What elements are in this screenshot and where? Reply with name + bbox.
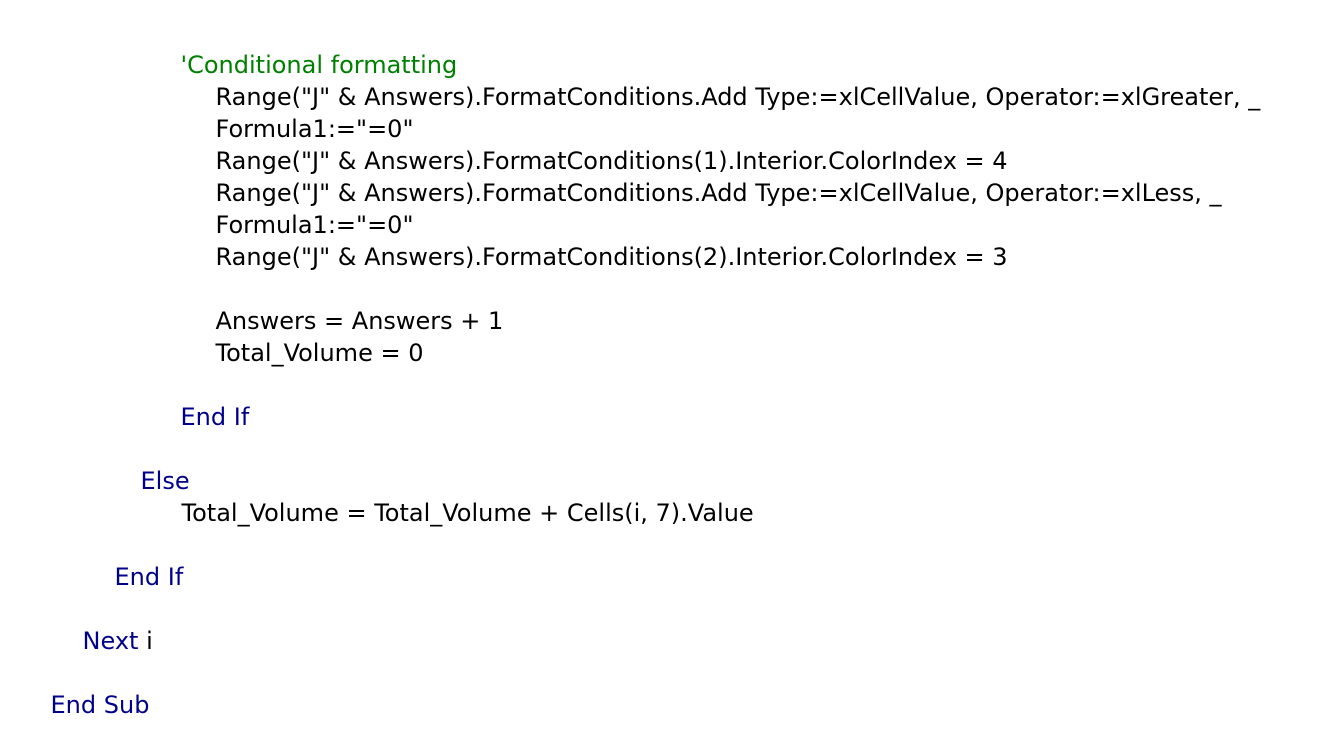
- code-line-end-if-inner: End If: [150, 369, 250, 431]
- keyword-token: Next: [82, 627, 139, 655]
- code-editor[interactable]: 'Conditional formatting Range("J" & Answ…: [0, 0, 1320, 719]
- code-token: i: [138, 627, 153, 655]
- code-token: Range("J" & Answers).FormatConditions(2)…: [215, 243, 1008, 271]
- code-line-colorindex-3: Range("J" & Answers).FormatConditions(2)…: [185, 209, 1008, 271]
- code-line-colorindex-4: Range("J" & Answers).FormatConditions(1)…: [185, 113, 1008, 175]
- code-line-total-volume-reset: Total_Volume = 0: [185, 305, 424, 367]
- code-line-format-add-less: Range("J" & Answers).FormatConditions.Ad…: [185, 145, 1222, 207]
- keyword-token: End If: [114, 563, 184, 591]
- code-token: Total_Volume = 0: [215, 339, 424, 367]
- keyword-token: End If: [180, 403, 250, 431]
- code-line-formula-greater: Formula1:="=0": [185, 81, 414, 143]
- code-line-comment: 'Conditional formatting: [150, 17, 458, 79]
- code-line-next-i: Next i: [52, 593, 153, 655]
- code-line-formula-less: Formula1:="=0": [185, 177, 414, 239]
- code-line-else: Else: [110, 433, 190, 495]
- code-token: Total_Volume = Total_Volume + Cells(i, 7…: [181, 499, 754, 527]
- keyword-token: End Sub: [50, 691, 150, 719]
- code-line-total-volume-accumulate: Total_Volume = Total_Volume + Cells(i, 7…: [151, 465, 754, 527]
- code-line-format-add-greater: Range("J" & Answers).FormatConditions.Ad…: [185, 49, 1261, 111]
- code-line-answers-increment: Answers = Answers + 1: [185, 273, 504, 335]
- code-line-end-if-outer: End If: [84, 529, 184, 591]
- code-line-end-sub: End Sub: [20, 657, 150, 719]
